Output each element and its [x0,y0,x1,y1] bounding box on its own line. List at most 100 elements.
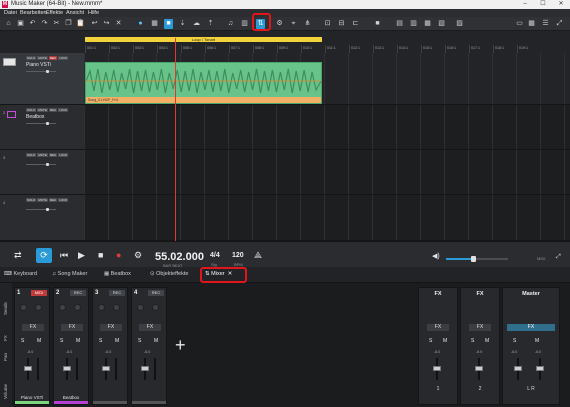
fx-button[interactable]: FX [469,324,491,331]
metronome-icon[interactable]: ⇄ [14,250,22,261]
strip-mode-button[interactable]: MIDI [31,290,47,296]
record-button[interactable]: ● [116,250,121,260]
import-icon[interactable]: ⇣ [178,19,187,29]
pointer-icon[interactable]: ⊡ [323,19,332,29]
solo-button[interactable]: SOLO [26,153,37,157]
menu-bearbeiten[interactable]: Bearbeiten [20,10,47,16]
strip-mode-button[interactable]: REC [70,290,86,296]
volume-fader[interactable] [433,358,441,380]
track-volume-slider-1[interactable] [26,70,56,73]
mute-button[interactable]: M [37,338,41,344]
stop-square-icon[interactable]: ■ [373,19,382,29]
menu-datei[interactable]: Datei [4,10,17,16]
settings-icon[interactable]: ⚙ [275,19,284,29]
redo-icon[interactable]: ↷ [40,19,49,29]
track-name-1[interactable]: Piano VSTi [26,62,51,68]
master-mute-button[interactable]: M [535,338,539,344]
tab-objekteffekte[interactable]: ⊙ Objekteffekte [150,271,188,277]
save-icon[interactable]: ▣ [16,19,25,29]
track-name-2[interactable]: Beatbox [26,114,44,120]
mute-button[interactable]: M [115,338,119,344]
paste-icon[interactable]: 📋 [76,19,85,29]
lock-button[interactable]: LOCK [58,56,69,60]
send-knob[interactable] [74,304,81,311]
mute-button[interactable]: M [485,338,489,344]
track-volume-slider-2[interactable] [26,122,56,125]
fx-button[interactable]: FX [427,324,449,331]
master-volume-slider[interactable] [446,256,508,262]
playhead[interactable] [175,38,176,241]
send-knob[interactable] [20,304,27,311]
master-fader-right[interactable] [536,358,544,380]
track-volume-slider-3[interactable] [26,163,56,166]
undo-icon[interactable]: ↶ [28,19,37,29]
redo-arrow-icon[interactable]: ↪ [102,19,111,29]
fx-button[interactable]: FX [22,324,44,331]
delete-icon[interactable]: ✕ [114,19,123,29]
rec-button[interactable]: REC [48,56,58,60]
lock-button[interactable]: LOCK [58,108,69,112]
audio-clip[interactable]: Song_01.HDP_Fn1 [85,62,322,104]
split-icon[interactable]: ⋔ [303,19,312,29]
window-icon[interactable]: ▭ [515,19,524,29]
send-knob[interactable] [152,304,159,311]
track-header-2[interactable]: 2 SOLO MUTE REC LOCK Beatbox [0,105,84,150]
solo-button[interactable]: S [60,338,63,344]
undo-arrow-icon[interactable]: ↩ [90,19,99,29]
master-fader-left[interactable] [514,358,522,380]
tuning-fork-icon[interactable]: ⟁ [254,250,262,261]
lock-button[interactable]: LOCK [58,153,69,157]
fx-button[interactable]: FX [100,324,122,331]
send-knob[interactable] [98,304,105,311]
master-volume-knob[interactable] [471,256,476,262]
solo-button[interactable]: SOLO [26,108,37,112]
rec-button[interactable]: REC [48,108,58,112]
signature-display[interactable]: 4/4 [210,252,220,259]
fold-icon[interactable]: ⊏ [351,19,360,29]
mute-button[interactable]: MUTE [37,108,48,112]
track-header-3[interactable]: 3 SOLO MUTE REC LOCK [0,150,84,195]
mute-button[interactable]: MUTE [37,198,48,202]
track-header-4[interactable]: 4 SOLO MUTE REC LOCK [0,195,84,241]
solo-button[interactable]: S [99,338,102,344]
fx-button[interactable]: FX [139,324,161,331]
grid-view-icon[interactable]: ▦ [527,19,536,29]
tab-keyboard[interactable]: ⌨ Keyboard [4,271,37,277]
strip-mode-button[interactable]: REC [148,290,164,296]
close-button[interactable]: ✕ [552,0,570,9]
rewind-icon[interactable]: ⏮ [60,250,68,261]
solo-button[interactable]: SOLO [26,198,37,202]
rec-button[interactable]: REC [48,153,58,157]
mute-button[interactable]: MUTE [37,56,48,60]
view-icon[interactable]: ▨ [455,19,464,29]
master-solo-button[interactable]: S [513,338,516,344]
stop-button[interactable]: ■ [98,250,103,260]
expand-icon[interactable]: ⤢ [556,254,561,261]
send-knob[interactable] [137,304,144,311]
record-mode-icon[interactable]: ● [136,19,145,29]
tab-song-maker[interactable]: ♫ Song Maker [52,271,87,277]
tab-beatbox[interactable]: ▦ Beatbox [104,271,131,277]
strip-mode-button[interactable]: REC [109,290,125,296]
play-button[interactable]: ▶ [78,250,85,261]
track-header-1[interactable]: SOLO MUTE REC LOCK Piano VSTi [0,53,84,105]
rec-button[interactable]: REC [48,198,58,202]
music-note-icon[interactable]: ♫ [226,19,235,29]
bpm-display[interactable]: 120 [232,252,244,259]
send-knob[interactable] [59,304,66,311]
expand-icon[interactable]: ⤢ [555,19,564,29]
add-track-button[interactable]: + [175,335,186,356]
cut-icon[interactable]: ✂ [52,19,61,29]
send-knob[interactable] [35,304,42,311]
lock-button[interactable]: LOCK [58,198,69,202]
mute-button[interactable]: MUTE [37,153,48,157]
copy-icon[interactable]: ❐ [64,19,73,29]
volume-fader[interactable] [63,358,71,380]
loop-button[interactable]: ⟳ [36,248,52,263]
track-lane-4[interactable] [84,195,570,241]
solo-button[interactable]: S [138,338,141,344]
volume-fader[interactable] [24,358,32,380]
export-icon[interactable]: ⇡ [206,19,215,29]
mute-button[interactable]: M [443,338,447,344]
master-fx-button[interactable]: FX [507,324,555,331]
